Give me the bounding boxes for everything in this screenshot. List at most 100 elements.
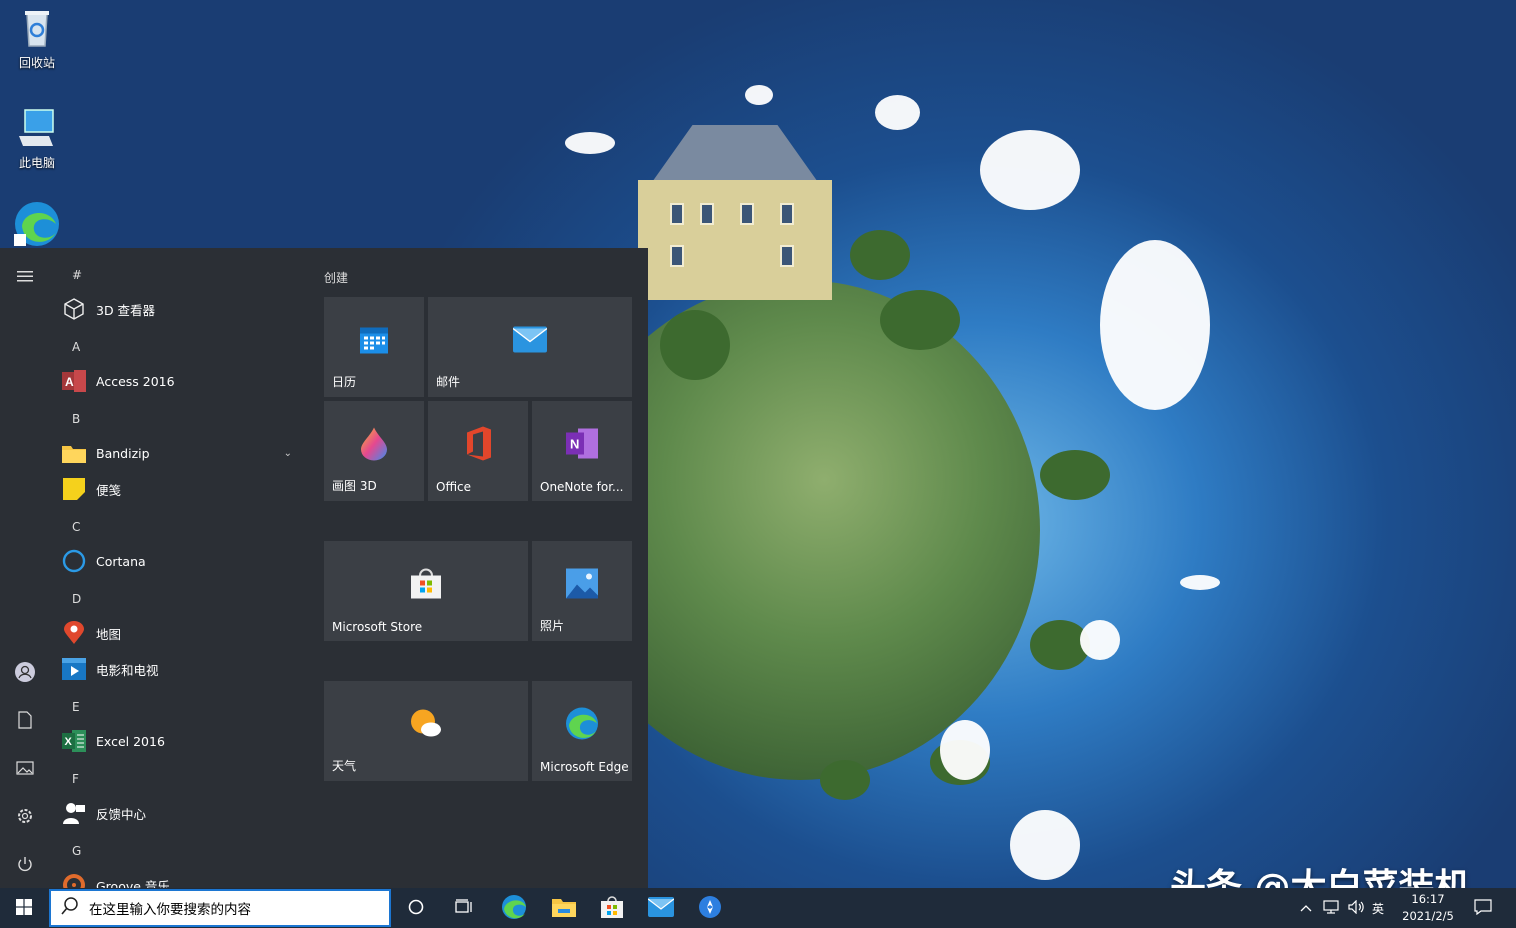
cortana-icon: [62, 549, 86, 573]
app-label: Access 2016: [96, 374, 175, 389]
network-icon: [1323, 900, 1339, 917]
folder-icon: [62, 441, 86, 465]
store-icon: [600, 895, 624, 922]
edge-icon: [501, 894, 527, 923]
computer-icon: [15, 106, 59, 150]
app-access[interactable]: A Access 2016: [62, 367, 306, 395]
chevron-up-icon: [1300, 901, 1312, 915]
tray-overflow-chevron[interactable]: [1300, 888, 1312, 928]
clock-date: 2021/2/5: [1398, 908, 1458, 925]
search-box[interactable]: 在这里输入你要搜索的内容: [49, 889, 391, 927]
app-sticky-notes[interactable]: 便笺: [62, 475, 306, 503]
access-icon: A: [62, 369, 86, 393]
tray-volume[interactable]: [1348, 888, 1366, 928]
clock-time: 16:17: [1398, 891, 1458, 908]
taskbar: 在这里输入你要搜索的内容 英 16:17 2021/2/5: [0, 888, 1516, 928]
movies-icon: [62, 657, 86, 681]
taskbar-file-explorer[interactable]: [540, 888, 588, 928]
pictures-icon[interactable]: [12, 755, 38, 781]
letter-header[interactable]: G: [72, 844, 81, 858]
cortana-button[interactable]: [392, 888, 440, 928]
tile-weather[interactable]: 天气: [324, 681, 528, 781]
svg-text:X: X: [65, 736, 73, 748]
app-label: Groove 音乐: [96, 876, 170, 889]
tile-paint3d[interactable]: 画图 3D: [324, 401, 424, 501]
app-movies-tv[interactable]: 电影和电视: [62, 655, 306, 683]
svg-text:N: N: [570, 437, 579, 452]
groove-icon: [62, 873, 86, 888]
tile-label: 照片: [540, 617, 564, 634]
app-3d-viewer[interactable]: 3D 查看器: [62, 295, 306, 323]
taskbar-store[interactable]: [588, 888, 636, 928]
taskbar-app[interactable]: [686, 888, 734, 928]
search-icon: [61, 897, 79, 919]
weather-icon: [409, 709, 443, 742]
calendar-icon: [359, 325, 389, 358]
start-button[interactable]: [0, 888, 48, 928]
tile-label: Office: [436, 480, 471, 494]
letter-header[interactable]: D: [72, 592, 81, 606]
hamburger-icon[interactable]: [12, 263, 38, 289]
letter-header[interactable]: B: [72, 412, 80, 426]
app-label: 反馈中心: [96, 804, 146, 823]
app-label: Excel 2016: [96, 734, 165, 749]
tile-label: OneNote for...: [540, 480, 624, 494]
tile-label: 日历: [332, 373, 356, 390]
volume-icon: [1348, 900, 1366, 917]
tile-group-title[interactable]: 创建: [324, 269, 348, 286]
app-excel[interactable]: X Excel 2016: [62, 727, 306, 755]
app-cortana[interactable]: Cortana: [62, 547, 306, 575]
tray-network[interactable]: [1323, 888, 1339, 928]
tray-clock[interactable]: 16:17 2021/2/5: [1398, 891, 1458, 925]
letter-header[interactable]: A: [72, 340, 80, 354]
app-bandizip[interactable]: Bandizip ⌄: [62, 439, 306, 467]
user-icon[interactable]: [12, 659, 38, 685]
app-maps[interactable]: 地图: [62, 619, 306, 647]
tile-microsoft-edge[interactable]: Microsoft Edge: [532, 681, 632, 781]
tile-label: 邮件: [436, 373, 460, 390]
letter-header[interactable]: E: [72, 700, 80, 714]
tile-label: 画图 3D: [332, 477, 377, 494]
taskbar-mail[interactable]: [637, 888, 685, 928]
feedback-icon: [62, 801, 86, 825]
tray-ime[interactable]: 英: [1372, 888, 1384, 928]
chevron-down-icon[interactable]: ⌄: [284, 448, 292, 459]
photos-icon: [566, 569, 598, 602]
desktop-icon-edge[interactable]: [6, 200, 68, 252]
tile-microsoft-store[interactable]: Microsoft Store: [324, 541, 528, 641]
taskbar-edge[interactable]: [490, 888, 538, 928]
app-feedback-hub[interactable]: 反馈中心: [62, 799, 306, 827]
letter-header[interactable]: C: [72, 520, 80, 534]
tile-mail[interactable]: 邮件: [428, 297, 632, 397]
action-center-button[interactable]: [1474, 888, 1492, 928]
tile-onenote[interactable]: N OneNote for...: [532, 401, 632, 501]
task-view-button[interactable]: [440, 888, 488, 928]
desktop-icon-recycle-bin[interactable]: 回收站: [6, 6, 68, 71]
letter-header[interactable]: F: [72, 772, 79, 786]
house-illustration: [630, 125, 840, 300]
store-icon: [410, 568, 442, 603]
task-view-icon: [455, 899, 473, 918]
power-icon[interactable]: [12, 851, 38, 877]
letter-header[interactable]: #: [72, 268, 82, 282]
app-label: 地图: [96, 624, 121, 643]
app-label: 电影和电视: [96, 660, 159, 679]
documents-icon[interactable]: [12, 707, 38, 733]
app-groove-music[interactable]: Groove 音乐: [62, 871, 306, 888]
tile-calendar[interactable]: 日历: [324, 297, 424, 397]
excel-icon: X: [62, 729, 86, 753]
3d-viewer-icon: [62, 297, 86, 321]
edge-shortcut-icon: [12, 200, 62, 248]
settings-icon[interactable]: [12, 803, 38, 829]
app-label: Bandizip: [96, 446, 150, 461]
cortana-circle-icon: [408, 899, 424, 918]
tile-photos[interactable]: 照片: [532, 541, 632, 641]
desktop-icon-this-pc[interactable]: 此电脑: [6, 106, 68, 171]
app-label: 便笺: [96, 480, 121, 499]
desktop-icon-label: 回收站: [6, 54, 68, 71]
notification-icon: [1474, 899, 1492, 918]
tile-office[interactable]: Office: [428, 401, 528, 501]
start-rail: [0, 248, 50, 888]
start-menu: # 3D 查看器 A A Access 2016 B Bandizip ⌄ 便笺…: [0, 248, 648, 888]
svg-text:A: A: [65, 375, 74, 389]
